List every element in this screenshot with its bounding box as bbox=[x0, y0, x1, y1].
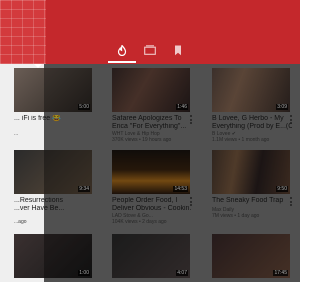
more-options-icon[interactable] bbox=[289, 197, 292, 206]
active-tab-indicator bbox=[108, 61, 136, 63]
video-stats: ... bbox=[14, 131, 19, 137]
video-duration: 9:50 bbox=[276, 186, 288, 192]
video-stats: 370K views • 19 hours ago bbox=[112, 137, 172, 143]
video-thumbnail[interactable]: 1:00 bbox=[14, 234, 92, 278]
video-card[interactable]: 14:53 People Order Food, I Deliver Obvio… bbox=[112, 150, 194, 226]
bookmark-icon bbox=[175, 45, 181, 55]
app-window: 5:00 ... iFi is free 😂 ... 1:46 Safaree … bbox=[0, 0, 300, 282]
video-duration: 14:53 bbox=[173, 186, 188, 192]
more-options-icon[interactable] bbox=[189, 197, 192, 206]
video-card[interactable]: 3:09 B Lovee, G Herbo - My Everything (P… bbox=[212, 68, 294, 144]
more-options-icon[interactable] bbox=[189, 115, 192, 124]
video-title[interactable]: B Lovee, G Herbo - My bbox=[212, 115, 292, 123]
video-thumbnail[interactable]: 3:09 bbox=[212, 68, 290, 112]
video-thumbnail[interactable]: 17:45 bbox=[212, 234, 290, 278]
video-duration: 5:00 bbox=[78, 104, 90, 110]
flame-icon bbox=[117, 44, 127, 56]
video-duration: 17:45 bbox=[273, 270, 288, 276]
video-title[interactable]: ...Resurrections bbox=[14, 197, 94, 205]
video-title-line2[interactable]: Erica "For Everything"... bbox=[112, 123, 192, 131]
video-stats: 1.1M views • 1 month ago bbox=[212, 137, 270, 143]
video-grid: 5:00 ... iFi is free 😂 ... 1:46 Safaree … bbox=[14, 64, 300, 282]
video-card[interactable]: 9:34 ...Resurrections ...ver Have Be... … bbox=[14, 150, 96, 226]
tab-trending[interactable] bbox=[108, 36, 136, 64]
video-card[interactable]: 5:00 ... iFi is free 😂 ... bbox=[14, 68, 96, 144]
video-title-line2[interactable]: Everything (Prod by E...(Offi... bbox=[212, 123, 292, 131]
video-thumbnail[interactable]: 1:46 bbox=[112, 68, 190, 112]
video-card[interactable]: 1:46 Safaree Apologizes To Erica "For Ev… bbox=[112, 68, 194, 144]
video-stats: ...ago bbox=[14, 219, 27, 225]
video-title-line2[interactable]: ...ver Have Be... bbox=[14, 205, 94, 213]
tab-subscriptions[interactable] bbox=[136, 36, 164, 64]
video-duration: 1:46 bbox=[176, 104, 188, 110]
subscriptions-icon bbox=[144, 45, 156, 55]
video-duration: 4:07 bbox=[176, 270, 188, 276]
video-title[interactable]: Safaree Apologizes To bbox=[112, 115, 192, 123]
video-card[interactable]: 17:45 bbox=[212, 234, 294, 282]
video-thumbnail[interactable]: 9:50 bbox=[212, 150, 290, 194]
video-title[interactable]: People Order Food, I bbox=[112, 197, 192, 205]
tab-library[interactable] bbox=[164, 36, 192, 64]
video-duration: 3:09 bbox=[276, 104, 288, 110]
video-thumbnail[interactable]: 9:34 bbox=[14, 150, 92, 194]
video-title[interactable]: The Sneaky Food Trap bbox=[212, 197, 292, 205]
video-thumbnail[interactable]: 14:53 bbox=[112, 150, 190, 194]
video-card[interactable]: 1:00 bbox=[14, 234, 96, 282]
video-thumbnail[interactable]: 5:00 bbox=[14, 68, 92, 112]
video-card[interactable]: 4:07 bbox=[112, 234, 194, 282]
video-title-line2[interactable]: Deliver Obvious - Cookin... bbox=[112, 205, 192, 213]
more-options-icon[interactable] bbox=[289, 115, 292, 124]
video-duration: 9:34 bbox=[78, 186, 90, 192]
video-stats: 7M views • 1 day ago bbox=[212, 213, 260, 219]
tab-bar bbox=[0, 36, 300, 64]
video-card[interactable]: 9:50 The Sneaky Food Trap Max Daily 7M v… bbox=[212, 150, 294, 226]
video-thumbnail[interactable]: 4:07 bbox=[112, 234, 190, 278]
video-stats: 104K views • 2 days ago bbox=[112, 219, 167, 225]
video-title[interactable]: ... iFi is free 😂 bbox=[14, 115, 94, 123]
video-duration: 1:00 bbox=[78, 270, 90, 276]
